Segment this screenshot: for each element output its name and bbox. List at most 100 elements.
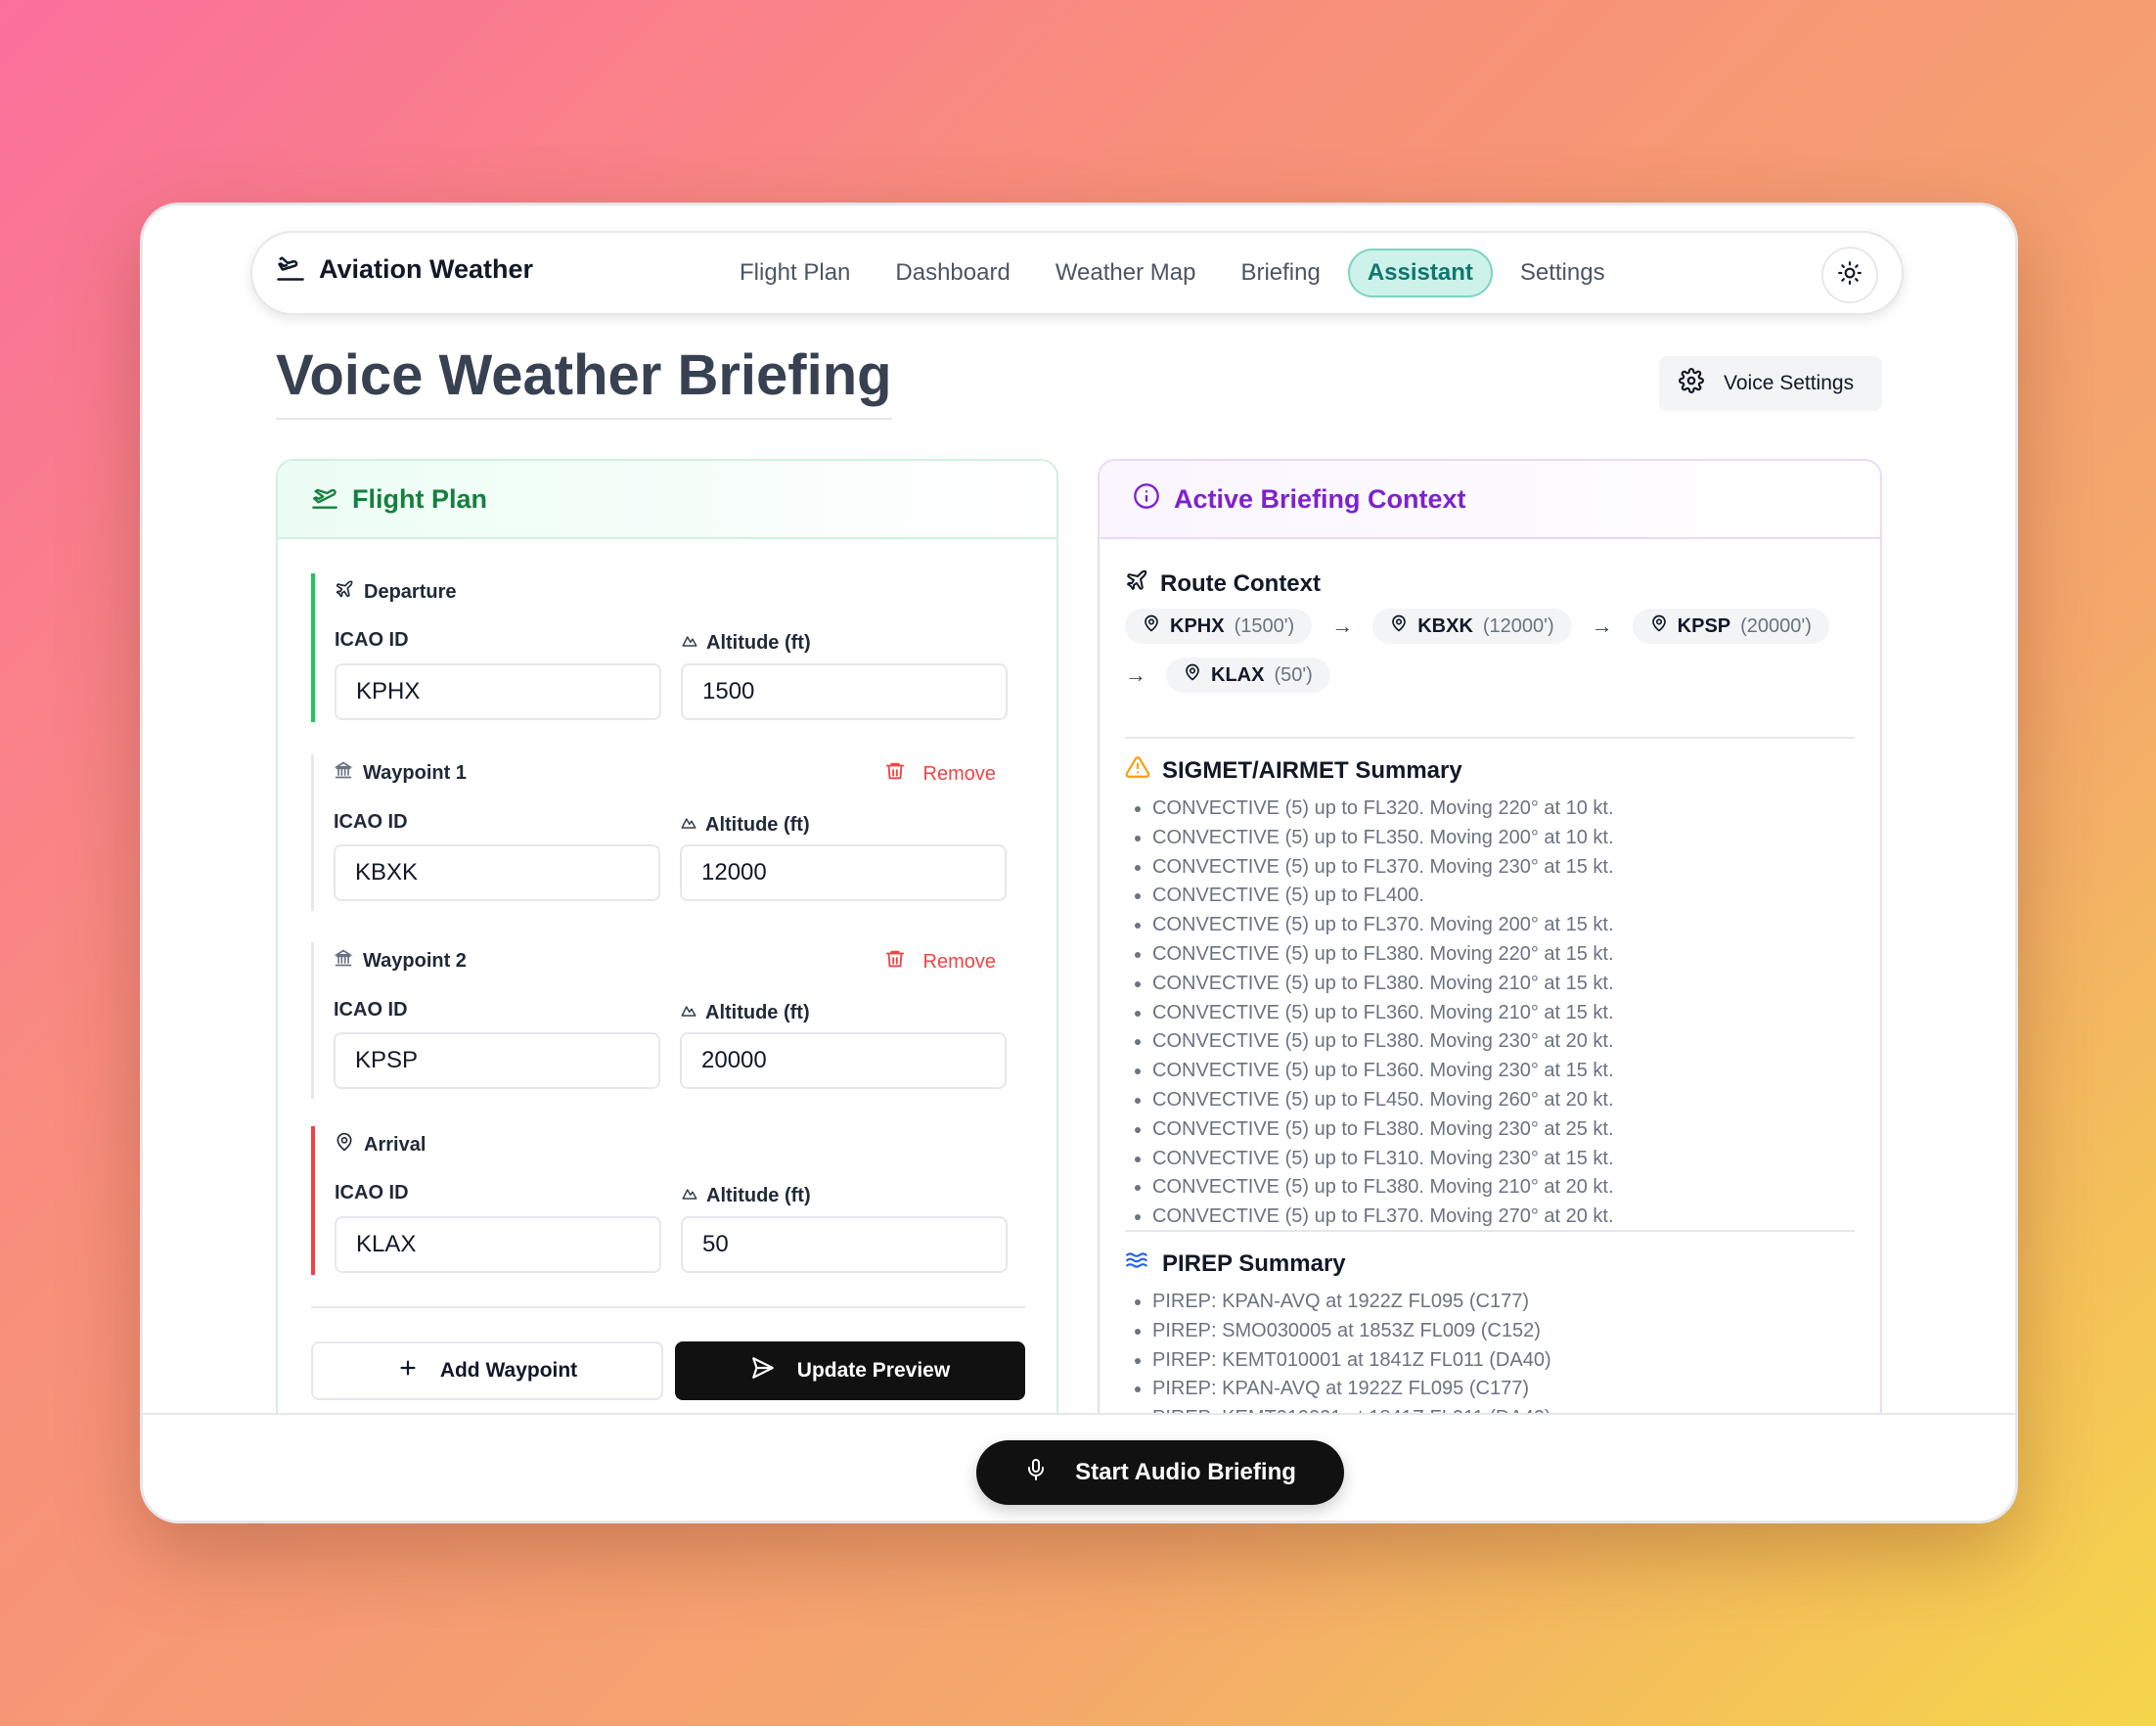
route-stop-chip: KBXK (12000') (1372, 609, 1572, 644)
route-stop-chip: KLAX (50') (1166, 658, 1330, 693)
sigmet-list: CONVECTIVE (5) up to FL320. Moving 220° … (1125, 795, 1855, 1232)
waypoint-2-altitude-input[interactable]: 20000 (680, 1032, 1007, 1089)
route-stop-alt: (20000') (1740, 614, 1812, 637)
add-waypoint-label: Add Waypoint (439, 1359, 578, 1382)
flight-plan-title: Flight Plan (352, 483, 487, 514)
arrow-right-icon: → (1125, 662, 1146, 687)
waypoint-1-header: Waypoint 1 (334, 760, 467, 786)
icao-label: ICAO ID (334, 999, 408, 1021)
arrival-header: Arrival (335, 1132, 426, 1158)
arrival-section: Arrival ICAO ID Altitude (ft) KLAX 50 (311, 1126, 1025, 1275)
nav-assistant[interactable]: Assistant (1347, 249, 1493, 297)
list-item: CONVECTIVE (5) up to FL380. Moving 220° … (1152, 940, 1855, 970)
waypoint-2-section: Waypoint 2 Remove ICAO ID Altitude (ft) … (311, 942, 1025, 1099)
altitude-label: Altitude (ft) (680, 813, 810, 837)
flight-plan-header: Flight Plan (278, 461, 1056, 539)
nav-flight-plan[interactable]: Flight Plan (722, 249, 868, 297)
waypoint-1-icao-input[interactable]: KBXK (334, 844, 660, 901)
alert-triangle-icon (1125, 754, 1150, 787)
plane-landing-icon (276, 252, 305, 287)
departure-header: Departure (335, 579, 456, 605)
update-preview-label: Update Preview (796, 1359, 951, 1382)
list-item: CONVECTIVE (5) up to FL360. Moving 210° … (1152, 999, 1855, 1028)
altitude-label: Altitude (ft) (681, 631, 811, 655)
route-stop-id: KLAX (1211, 663, 1265, 686)
nav-dashboard[interactable]: Dashboard (877, 249, 1027, 297)
nav-briefing[interactable]: Briefing (1223, 249, 1337, 297)
map-pin-icon (1143, 614, 1160, 638)
list-item: CONVECTIVE (5) up to FL370. Moving 230° … (1152, 853, 1855, 883)
route-stop-alt: (1500') (1234, 614, 1295, 637)
microphone-icon (1024, 1458, 1048, 1488)
list-item: CONVECTIVE (5) up to FL400. (1152, 882, 1855, 911)
mountain-icon (680, 1001, 697, 1024)
remove-waypoint-1-button[interactable]: Remove (884, 760, 996, 788)
route-stop-id: KPHX (1170, 614, 1225, 637)
top-nav: Aviation Weather Flight Plan Dashboard W… (250, 231, 1904, 315)
list-item: CONVECTIVE (5) up to FL360. Moving 230° … (1152, 1057, 1855, 1086)
altitude-label-text: Altitude (ft) (705, 1001, 810, 1023)
building-icon (334, 760, 353, 786)
waves-icon (1125, 1248, 1150, 1280)
altitude-label: Altitude (ft) (680, 1001, 810, 1024)
icao-label: ICAO ID (335, 1182, 409, 1204)
route-stop-id: KBXK (1417, 614, 1473, 637)
route-context-section: Route Context KPHX (1500') → KBXK (12000… (1125, 568, 1855, 693)
list-item: CONVECTIVE (5) up to FL380. Moving 210° … (1152, 1173, 1855, 1203)
briefing-context-title: Active Briefing Context (1174, 483, 1466, 514)
page-title: Voice Weather Briefing (276, 342, 892, 420)
add-waypoint-button[interactable]: Add Waypoint (311, 1341, 663, 1400)
list-item: CONVECTIVE (5) up to FL450. Moving 260° … (1152, 1086, 1855, 1115)
divider (311, 1306, 1025, 1308)
waypoint-1-altitude-input[interactable]: 12000 (680, 844, 1007, 901)
voice-settings-button[interactable]: Voice Settings (1659, 356, 1882, 411)
arrow-right-icon: → (1331, 613, 1354, 638)
altitude-label: Altitude (ft) (681, 1184, 811, 1207)
mountain-icon (681, 1184, 698, 1207)
waypoint-2-icao-input[interactable]: KPSP (334, 1032, 660, 1089)
remove-waypoint-2-button[interactable]: Remove (884, 948, 996, 976)
briefing-context-card: Active Briefing Context Route Context KP… (1098, 459, 1882, 1447)
list-item: PIREP: KEMT010001 at 1841Z FL011 (DA40) (1152, 1346, 1855, 1376)
list-item: CONVECTIVE (5) up to FL380. Moving 230° … (1152, 1027, 1855, 1057)
altitude-label-text: Altitude (ft) (706, 631, 811, 654)
app-window: Aviation Weather Flight Plan Dashboard W… (140, 203, 2018, 1523)
plus-icon (397, 1357, 419, 1385)
arrival-icao-input[interactable]: KLAX (335, 1216, 661, 1273)
divider (1125, 1230, 1855, 1232)
briefing-context-header: Active Briefing Context (1100, 461, 1880, 539)
remove-label: Remove (922, 950, 996, 973)
departure-icao-input[interactable]: KPHX (335, 663, 661, 720)
update-preview-button[interactable]: Update Preview (675, 1341, 1025, 1400)
trash-icon (884, 948, 906, 976)
pirep-title: PIREP Summary (1162, 1249, 1346, 1277)
list-item: PIREP: KPAN-AVQ at 1922Z FL095 (C177) (1152, 1288, 1855, 1317)
start-audio-briefing-button[interactable]: Start Audio Briefing (976, 1440, 1344, 1505)
nav-weather-map[interactable]: Weather Map (1038, 249, 1214, 297)
nav-settings[interactable]: Settings (1503, 249, 1623, 297)
plane-takeoff-icon (311, 482, 338, 517)
pirep-header: PIREP Summary (1125, 1248, 1855, 1280)
arrival-altitude-input[interactable]: 50 (681, 1216, 1008, 1273)
route-stop-chip: KPSP (20000') (1632, 609, 1829, 644)
departure-section: Departure ICAO ID Altitude (ft) KPHX 150… (311, 573, 1025, 722)
departure-altitude-input[interactable]: 1500 (681, 663, 1008, 720)
route-stop-alt: (12000') (1482, 614, 1554, 637)
map-pin-icon (1650, 614, 1668, 638)
list-item: CONVECTIVE (5) up to FL320. Moving 220° … (1152, 795, 1855, 824)
route-context-header: Route Context (1125, 568, 1855, 599)
list-item: CONVECTIVE (5) up to FL370. Moving 200° … (1152, 911, 1855, 940)
plane-icon (335, 579, 354, 605)
route-chips: KPHX (1500') → KBXK (12000') → KPSP (200… (1125, 609, 1855, 693)
sigmet-title: SIGMET/AIRMET Summary (1162, 756, 1462, 784)
route-stop-id: KPSP (1677, 614, 1731, 637)
gear-icon (1679, 368, 1704, 399)
list-item: PIREP: SMO030005 at 1853Z FL009 (C152) (1152, 1317, 1855, 1346)
arrival-label: Arrival (364, 1133, 427, 1156)
sigmet-header: SIGMET/AIRMET Summary (1125, 754, 1855, 787)
theme-toggle-button[interactable] (1821, 247, 1878, 303)
arrow-right-icon: → (1591, 613, 1613, 638)
brand[interactable]: Aviation Weather (276, 252, 533, 287)
map-pin-icon (1184, 663, 1201, 687)
send-icon (750, 1355, 776, 1386)
